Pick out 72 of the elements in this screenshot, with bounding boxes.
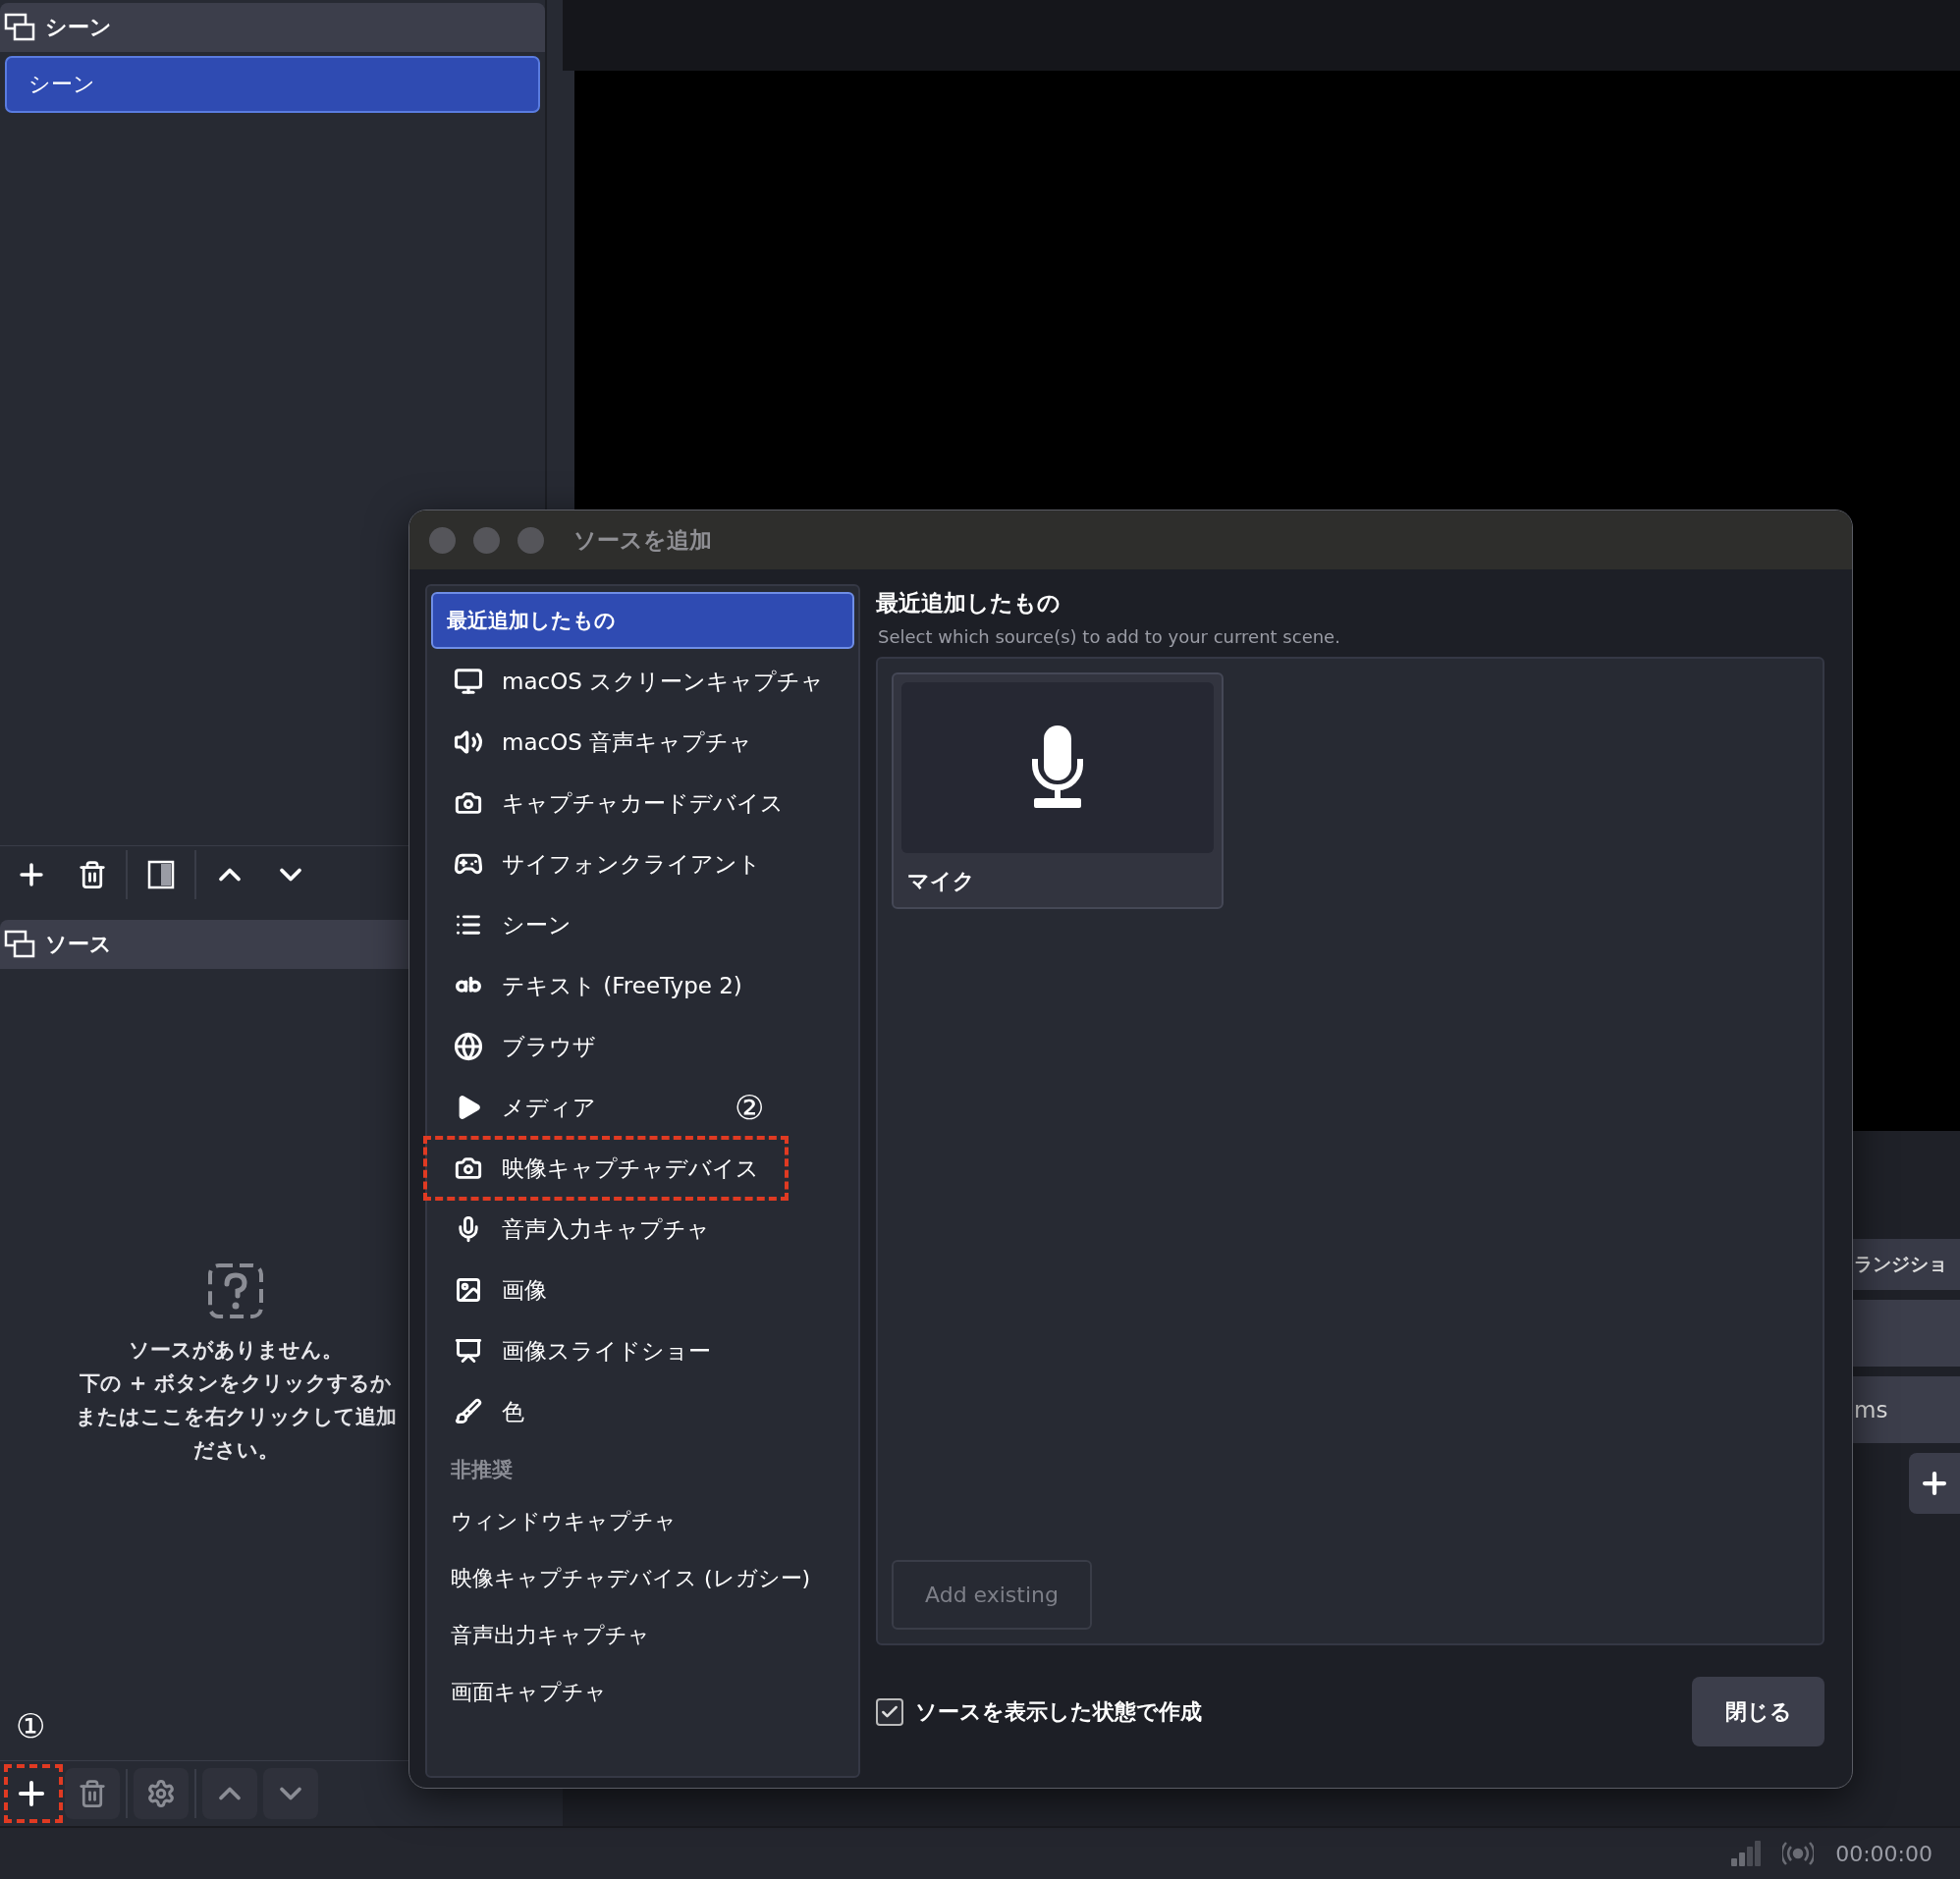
empty-message: 下の + ボタンをクリックするか <box>80 1370 392 1397</box>
source-type-item[interactable]: ウィンドウキャプチャ <box>431 1495 854 1548</box>
empty-message: ださい。 <box>192 1437 279 1464</box>
close-button[interactable]: 閉じる <box>1692 1677 1824 1746</box>
panel-title: ソース <box>45 931 112 958</box>
checkbox-label: ソースを表示した状態で作成 <box>915 1697 1202 1726</box>
item-label: 画像スライドショー <box>502 1336 711 1366</box>
slideshow-icon <box>455 1337 482 1365</box>
signal-icon <box>1731 1841 1762 1866</box>
add-button[interactable] <box>1909 1453 1960 1514</box>
section-heading: 最近追加したもの <box>876 589 1062 617</box>
scene-item[interactable]: シーン <box>5 56 540 113</box>
source-type-item[interactable]: macOS スクリーンキャプチャ <box>431 653 839 710</box>
globe-icon <box>454 1032 483 1061</box>
source-type-item[interactable]: サイフォンクライアント <box>431 835 775 892</box>
dialog-title: ソースを追加 <box>573 525 712 555</box>
source-type-item[interactable]: 音声出力キャプチャ <box>431 1609 854 1662</box>
recent-source-card[interactable]: マイク <box>892 672 1224 909</box>
question-icon <box>207 1262 264 1319</box>
source-type-item[interactable]: メディア <box>431 1079 610 1136</box>
settings-icon <box>146 1779 176 1808</box>
item-label: 色 <box>502 1397 524 1426</box>
monitor-icon <box>454 667 483 696</box>
item-label: シーン <box>502 910 572 940</box>
item-label: キャプチャカードデバイス <box>502 788 784 818</box>
source-type-item[interactable]: テキスト (FreeType 2) <box>431 957 756 1014</box>
source-type-item[interactable]: 最近追加したもの <box>431 592 854 649</box>
source-type-item[interactable]: 色 <box>431 1383 538 1440</box>
section-label: 非推奨 <box>450 1457 514 1483</box>
section-description: Select which source(s) to add to your current scene. <box>878 626 1341 647</box>
source-type-item[interactable]: 映像キャプチャデバイス (レガシー) <box>431 1552 854 1605</box>
source-type-item[interactable]: キャプチャカードデバイス <box>431 775 797 832</box>
item-label: 音声入力キャプチャ <box>502 1214 710 1244</box>
item-label: 画像 <box>502 1275 547 1305</box>
card-label: マイク <box>907 868 976 895</box>
camera-icon <box>455 1154 482 1182</box>
camera-icon <box>455 789 482 817</box>
step-number: ① <box>16 1707 46 1745</box>
stream-time: 00:00:00 <box>1835 1841 1933 1866</box>
source-type-item[interactable]: 画像 <box>431 1262 561 1318</box>
trash-icon <box>78 1779 107 1808</box>
checkbox[interactable] <box>876 1697 903 1726</box>
source-type-item[interactable]: 音声入力キャプチャ <box>431 1201 724 1258</box>
item-label: ブラウザ <box>502 1032 596 1061</box>
speaker-icon <box>454 727 483 757</box>
empty-message: またはここを右クリックして追加 <box>75 1404 397 1430</box>
broadcast-icon <box>1782 1841 1815 1866</box>
item-label: 最近追加したもの <box>447 608 616 634</box>
step-number: ② <box>735 1089 765 1126</box>
item-label: サイフォンクライアント <box>502 849 761 879</box>
filter-icon <box>147 860 175 889</box>
image-icon <box>455 1276 482 1304</box>
brush-icon <box>455 1398 482 1425</box>
trash-icon <box>78 860 107 889</box>
empty-message: ソースがありません。 <box>129 1337 343 1364</box>
item-label: メディア <box>502 1093 596 1122</box>
dock-title: ランジショ <box>1850 1239 1960 1290</box>
source-type-item[interactable]: 画像スライドショー <box>431 1322 725 1379</box>
source-type-item[interactable]: 映像キャプチャデバイス <box>431 1140 773 1197</box>
duration-field[interactable]: ms <box>1850 1376 1960 1443</box>
settings-button[interactable] <box>134 1768 189 1819</box>
source-type-item[interactable]: macOS 音声キャプチャ <box>431 714 767 771</box>
panel-title: シーン <box>45 14 112 41</box>
source-type-item[interactable]: シーン <box>431 896 585 953</box>
scene-icon <box>4 12 35 43</box>
source-type-item[interactable]: ブラウザ <box>431 1018 610 1075</box>
item-label: 映像キャプチャデバイス <box>502 1154 759 1183</box>
item-label: macOS スクリーンキャプチャ <box>502 667 825 696</box>
source-type-item[interactable]: 画面キャプチャ <box>431 1666 854 1719</box>
item-label: テキスト (FreeType 2) <box>502 971 742 1000</box>
scene-icon <box>4 929 35 960</box>
item-label: macOS 音声キャプチャ <box>502 727 753 757</box>
